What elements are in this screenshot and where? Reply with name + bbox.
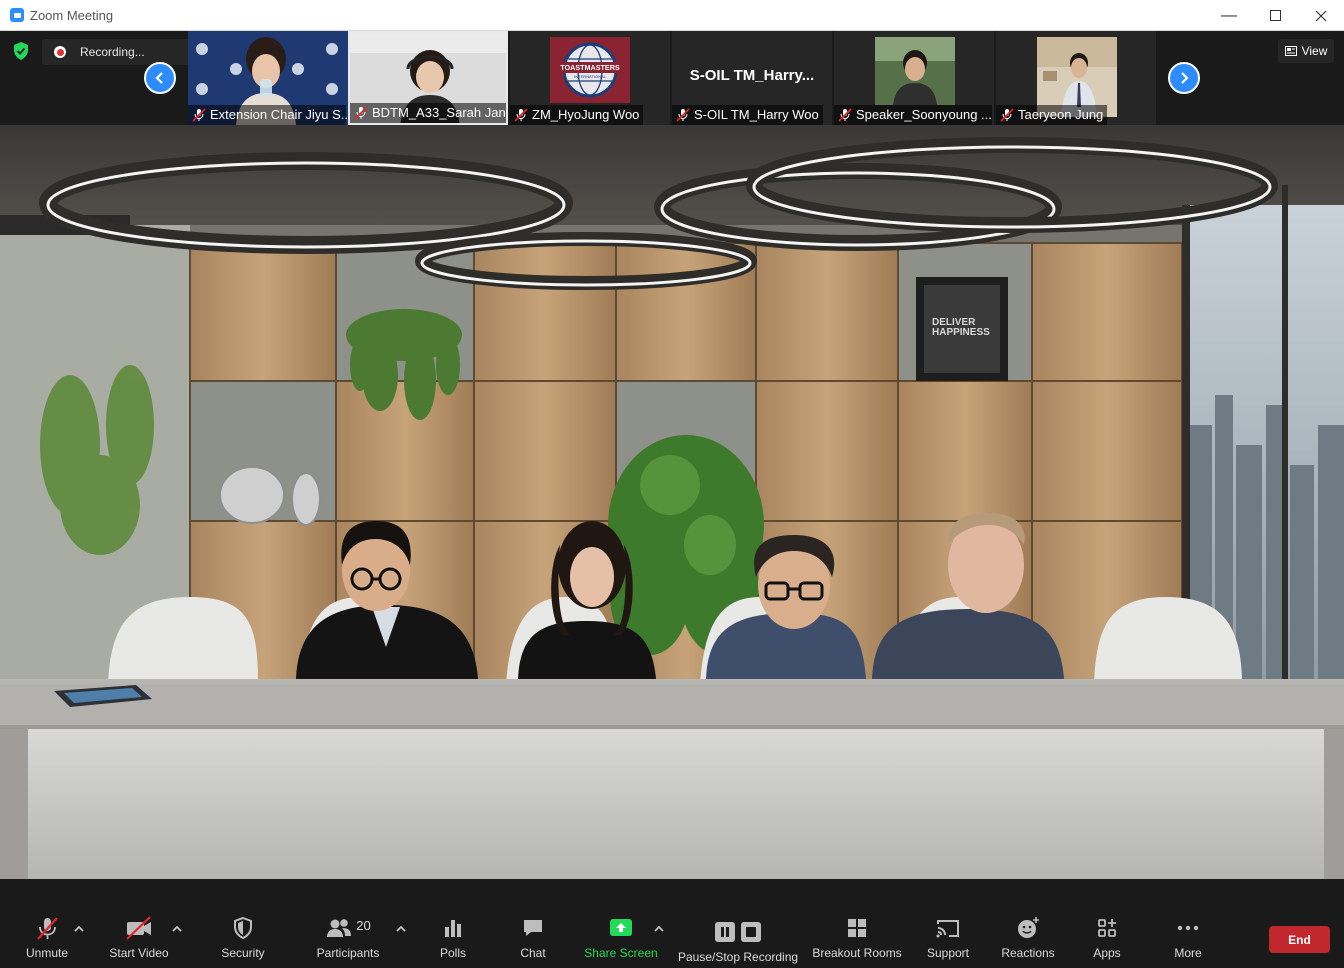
end-meeting-button[interactable]: End — [1269, 926, 1330, 953]
participants-button[interactable]: 20 Participants — [314, 915, 382, 961]
breakout-rooms-label: Breakout Rooms — [812, 946, 902, 960]
main-video: DELIVER HAPPINESS — [0, 125, 1344, 879]
chevron-right-icon — [1181, 72, 1189, 84]
window-title-bar: Zoom Meeting — — [0, 0, 1344, 31]
close-window-button[interactable] — [1298, 0, 1344, 31]
polls-label: Polls — [439, 946, 466, 960]
participants-label: Participants — [316, 946, 380, 960]
participant-tile[interactable]: S-OIL TM_Harry... S-OIL TM_Harry Woo — [672, 31, 832, 125]
next-page-button[interactable] — [1168, 62, 1200, 94]
support-button[interactable]: Support — [922, 915, 974, 960]
apps-icon — [1098, 919, 1116, 937]
unmute-label: Unmute — [25, 946, 69, 960]
view-label: View — [1301, 44, 1328, 58]
participant-name: S-OIL TM_Harry Woo — [694, 107, 819, 122]
more-dots-icon — [1177, 925, 1199, 931]
chevron-left-icon — [155, 72, 163, 84]
participant-name: Taeryeon Jung — [1018, 107, 1104, 122]
security-shield-icon — [234, 916, 252, 940]
participant-tile[interactable]: TOASTMASTERS INTERNATIONAL ZM_HyoJung Wo… — [510, 31, 670, 125]
start-video-label: Start Video — [109, 946, 169, 960]
participant-tile[interactable]: Extension Chair Jiyu S... — [188, 31, 348, 125]
pause-stop-recording-icon — [715, 922, 761, 942]
pause-stop-recording-label: Pause/Stop Recording — [677, 950, 799, 964]
poster-text-line2: HAPPINESS — [932, 327, 990, 338]
reactions-emoji-icon — [1018, 917, 1039, 938]
participant-strip: Recording... Extension Chair Jiyu S... B… — [0, 31, 1344, 125]
previous-page-button[interactable] — [144, 62, 176, 94]
participant-name: Speaker_Soonyoung ... — [856, 107, 992, 122]
virtual-background-scene: DELIVER HAPPINESS — [0, 125, 1344, 879]
chat-button[interactable]: Chat — [512, 915, 554, 960]
participant-name: Extension Chair Jiyu S... — [210, 107, 348, 122]
participant-name-label: Extension Chair Jiyu S... — [188, 105, 348, 125]
toastmasters-logo: TOASTMASTERS INTERNATIONAL — [550, 37, 630, 103]
logo-subtext: INTERNATIONAL — [574, 74, 606, 79]
window-controls: — — [1206, 0, 1344, 31]
polls-icon — [445, 920, 461, 937]
meeting-toolbar: Unmute Start Video Security 20 Participa… — [0, 879, 1344, 968]
reactions-button[interactable]: Reactions — [998, 915, 1058, 960]
polls-button[interactable]: Polls — [432, 915, 474, 960]
participant-name: BDTM_A33_Sarah Jang — [372, 105, 508, 120]
encryption-shield-icon[interactable] — [12, 41, 30, 61]
participants-icon — [327, 919, 352, 937]
recording-dot-icon — [54, 46, 66, 58]
muted-mic-icon — [514, 108, 528, 122]
breakout-rooms-button[interactable]: Breakout Rooms — [810, 915, 904, 960]
muted-mic-icon — [1000, 108, 1014, 122]
maximize-icon — [1269, 10, 1281, 21]
video-options-caret-icon[interactable] — [172, 925, 182, 933]
grid-view-icon — [1284, 46, 1297, 56]
video-off-icon — [126, 916, 151, 940]
more-button[interactable]: More — [1166, 915, 1210, 960]
close-icon — [1315, 10, 1327, 21]
share-options-caret-icon[interactable] — [654, 925, 664, 933]
participant-tile[interactable]: Speaker_Soonyoung ... — [834, 31, 994, 125]
chat-label: Chat — [520, 946, 546, 960]
start-video-button[interactable]: Start Video — [104, 915, 174, 960]
security-label: Security — [221, 946, 265, 960]
share-screen-button[interactable]: Share Screen — [584, 915, 658, 960]
participant-name-label: Speaker_Soonyoung ... — [834, 105, 992, 125]
zoom-app-icon — [10, 8, 24, 22]
pause-stop-recording-button[interactable]: Pause/Stop Recording — [678, 919, 798, 964]
muted-mic-icon — [37, 917, 58, 940]
share-screen-label: Share Screen — [584, 946, 658, 960]
window-title: Zoom Meeting — [30, 7, 114, 23]
muted-mic-icon — [676, 108, 690, 122]
participant-name: ZM_HyoJung Woo — [532, 107, 640, 122]
breakout-rooms-icon — [848, 919, 866, 937]
participant-video — [875, 37, 955, 105]
view-button[interactable]: View — [1278, 39, 1334, 63]
minimize-button[interactable]: — — [1206, 0, 1252, 31]
audio-options-caret-icon[interactable] — [74, 925, 84, 933]
participant-name-label: BDTM_A33_Sarah Jang — [350, 103, 508, 123]
security-button[interactable]: Security — [216, 915, 270, 960]
participant-name-label: S-OIL TM_Harry Woo — [672, 105, 823, 125]
recording-label: Recording... — [80, 45, 145, 59]
maximize-button[interactable] — [1252, 0, 1298, 31]
support-cast-icon — [936, 920, 959, 938]
support-label: Support — [926, 946, 970, 960]
participant-name-label: ZM_HyoJung Woo — [510, 105, 644, 125]
participants-count: 20 — [356, 917, 371, 933]
muted-mic-icon — [354, 106, 368, 120]
participant-tile-active[interactable]: BDTM_A33_Sarah Jang — [348, 31, 508, 125]
participant-tile[interactable]: Taeryeon Jung — [996, 31, 1156, 125]
reactions-label: Reactions — [1001, 946, 1055, 960]
apps-label: Apps — [1093, 946, 1121, 960]
participants-options-caret-icon[interactable] — [396, 925, 406, 933]
more-label: More — [1174, 946, 1202, 960]
chat-icon — [524, 920, 542, 936]
participant-name-label: Taeryeon Jung — [996, 105, 1108, 125]
share-screen-icon — [610, 919, 632, 936]
apps-button[interactable]: Apps — [1086, 915, 1128, 960]
unmute-button[interactable]: Unmute — [22, 915, 72, 960]
participant-display-name: S-OIL TM_Harry... — [689, 67, 815, 84]
muted-mic-icon — [838, 108, 852, 122]
muted-mic-icon — [192, 108, 206, 122]
logo-text: TOASTMASTERS — [560, 63, 620, 72]
